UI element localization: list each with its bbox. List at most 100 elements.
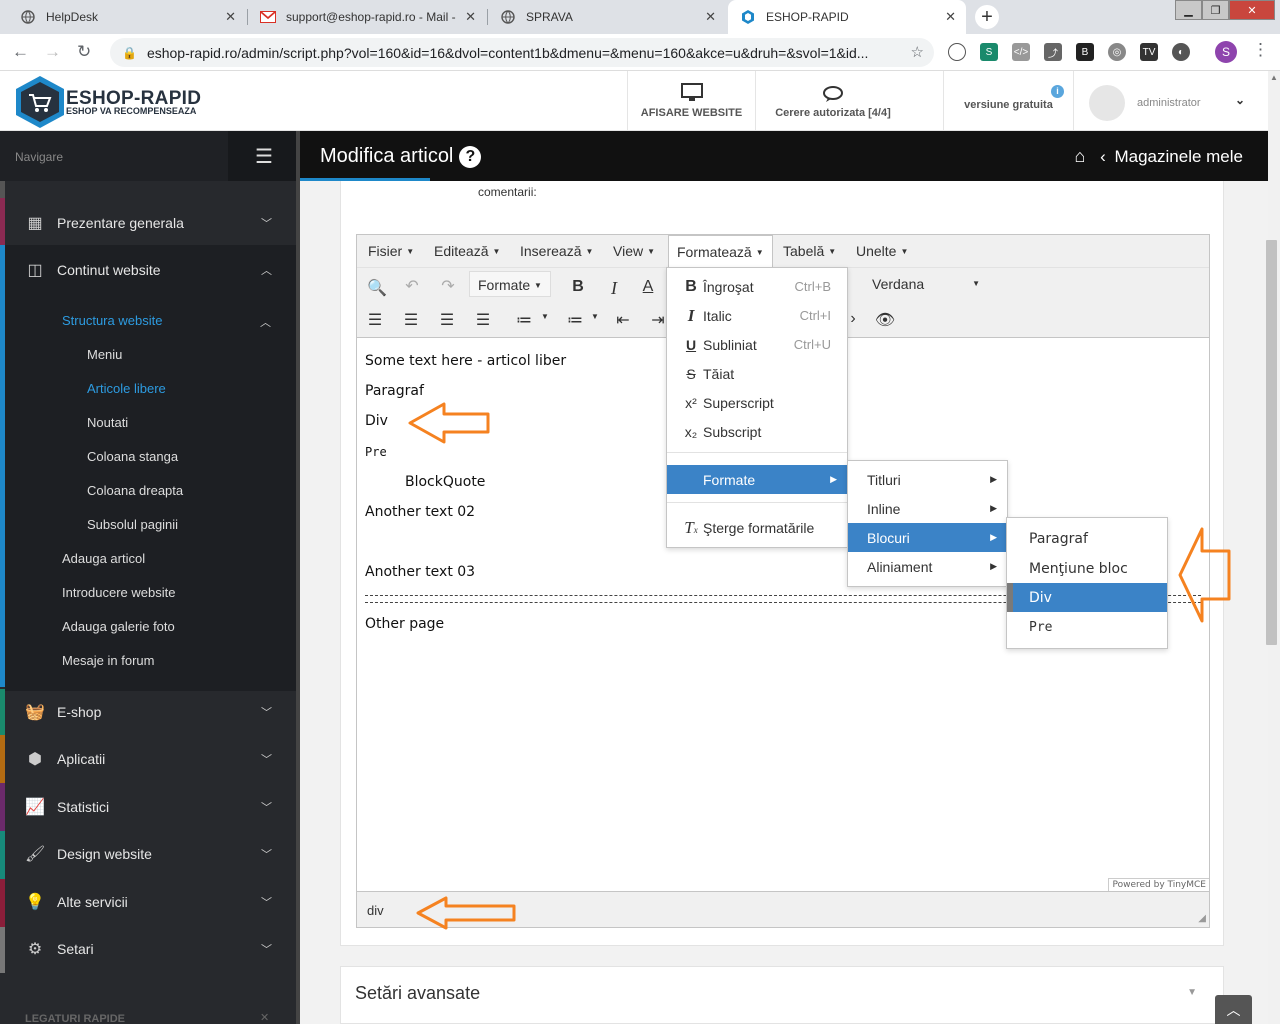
view-website-button[interactable]: AFISARE WEBSITE [627,71,755,131]
maximize-button[interactable]: ❐ [1202,0,1229,20]
new-tab-button[interactable]: + [975,5,999,29]
menu-item-formate[interactable]: Formate ▶ [667,465,847,494]
chevron-down-icon[interactable]: ▼ [583,312,607,321]
menu-item-clear-formatting[interactable]: Tx Şterge formatările [667,513,847,542]
menu-item-underline[interactable]: U Subliniat Ctrl+U [667,330,847,359]
minimize-button[interactable]: ▁ [1175,0,1202,20]
chevron-down-icon[interactable]: ▼ [533,312,557,321]
content-paragraph[interactable]: Other page [365,616,444,632]
back-icon[interactable]: ← [12,42,29,62]
scroll-to-top-button[interactable]: ︿ [1215,995,1252,1024]
avatar[interactable] [1089,85,1125,121]
menu-item-strikethrough[interactable]: S Tăiat [667,359,847,388]
sidebar-sub-noutati[interactable]: Noutati [87,415,128,430]
sidebar-item-eshop[interactable]: 🧺 E-shop ﹀ [0,688,296,735]
block-item-paragraf[interactable]: Paragraf [1007,524,1167,553]
submenu-item-aliniament[interactable]: Aliniament ▶ [848,552,1007,581]
preview-icon[interactable]: 🔍 [365,278,389,298]
sidebar-item-aplicatii[interactable]: ⬢ Aplicatii ﹀ [0,735,296,782]
chevron-down-icon[interactable]: ⌄ [1235,93,1245,107]
close-icon[interactable]: ✕ [945,9,956,25]
browser-tab-mail[interactable]: support@eshop-rapid.ro - Mail - ✕ [248,0,486,34]
content-blockquote[interactable]: BlockQuote [405,474,485,490]
extension-icon[interactable]: ⤴ [1044,43,1062,61]
redo-icon[interactable]: ↷ [436,276,460,296]
window-close-button[interactable]: ✕ [1229,0,1275,20]
browser-tab-sprava[interactable]: SPRAVA ✕ [488,0,726,34]
menu-formateaza[interactable]: Formatează ▼ [668,235,773,269]
outdent-icon[interactable]: ⇤ [611,310,635,330]
sidebar-sub-mesaje[interactable]: Mesaje in forum [62,653,154,668]
extension-icon[interactable]: TV [1140,43,1158,61]
close-icon[interactable]: ✕ [705,9,716,25]
sidebar-item-prezentare[interactable]: ▦ Prezentare generala ﹀ [0,199,296,246]
submenu-item-titluri[interactable]: Titluri ▶ [848,465,1007,494]
italic-icon[interactable]: I [602,278,626,299]
extension-icon[interactable]: S [980,43,998,61]
sidebar-sub-structura[interactable]: Structura website [62,313,162,328]
extension-icon[interactable]: B [1076,43,1094,61]
code-extension-icon[interactable]: </> [1012,43,1030,61]
block-item-pre[interactable]: Pre [1007,613,1167,642]
sidebar-sub-adauga-articol[interactable]: Adauga articol [62,551,145,566]
extension-icon[interactable]: ◎ [1108,43,1126,61]
sidebar-sub-coloana-stanga[interactable]: Coloana stanga [87,449,178,464]
close-icon[interactable]: ✕ [465,9,476,25]
menu-editeaza[interactable]: Editează ▼ [426,235,508,268]
align-justify-icon[interactable]: ☰ [471,310,495,330]
content-pre[interactable]: Pre [365,445,387,459]
sidebar-sub-introducere[interactable]: Introducere website [62,585,175,600]
advanced-settings-card[interactable]: Setări avansate ▼ [340,966,1224,1024]
sidebar-sub-galerie[interactable]: Adauga galerie foto [62,619,175,634]
block-item-mentiune[interactable]: Menţiune bloc [1007,554,1167,583]
browser-menu-icon[interactable]: ⋮ [1252,40,1269,60]
sidebar-item-continut[interactable]: ◫ Continut website ︿ [0,246,296,293]
help-icon[interactable]: ? [459,146,482,168]
sidebar-sub-coloana-dreapta[interactable]: Coloana dreapta [87,483,183,498]
url-bar[interactable]: 🔒 eshop-rapid.ro/admin/script.php?vol=16… [110,38,934,67]
extension-icon[interactable]: ◐ [1172,43,1190,61]
block-item-div[interactable]: Div [1007,583,1167,612]
close-icon[interactable]: ✕ [225,9,236,25]
submenu-item-blocuri[interactable]: Blocuri ▶ [848,523,1007,552]
eye-icon[interactable]: 👁 [873,310,897,330]
version-badge[interactable]: i versiune gratuita [943,71,1073,131]
menu-item-bold[interactable]: B Îngroşat Ctrl+B [667,272,847,301]
profile-avatar[interactable]: S [1215,41,1237,63]
menu-item-superscript[interactable]: x² Superscript [667,388,847,417]
content-div[interactable]: Div [365,413,388,429]
sidebar-sub-subsol[interactable]: Subsolul paginii [87,517,178,532]
requests-button[interactable]: Cerere autorizata [4/4] [755,71,910,131]
extension-icon[interactable] [948,43,966,61]
browser-tab-eshop-rapid[interactable]: ESHOP-RAPID ✕ [728,0,966,34]
content-paragraph[interactable]: Another text 02 [365,504,475,520]
formats-dropdown[interactable]: Formate ▼ [469,271,551,297]
menu-item-subscript[interactable]: x₂ Subscript [667,417,847,446]
sidebar-sub-meniu[interactable]: Meniu [87,347,122,362]
browser-tab-helpdesk[interactable]: HelpDesk ✕ [8,0,246,34]
sidebar-item-statistici[interactable]: 📈 Statistici ﹀ [0,783,296,830]
align-left-icon[interactable]: ☰ [363,310,387,330]
align-center-icon[interactable]: ☰ [399,310,423,330]
submenu-item-inline[interactable]: Inline ▶ [848,494,1007,523]
menu-tabela[interactable]: Tabelă ▼ [775,235,844,268]
menu-view[interactable]: View ▼ [605,235,663,268]
sidebar-sub-articole[interactable]: Articole libere [87,381,166,396]
element-path[interactable]: div [367,903,384,918]
close-icon[interactable]: ✕ [260,1011,269,1024]
hamburger-icon[interactable]: ☰ [228,131,300,181]
page-scrollbar-thumb[interactable] [1266,240,1277,645]
menu-fisier[interactable]: Fisier ▼ [360,235,422,268]
content-paragraph[interactable]: Another text 03 [365,564,475,580]
sidebar-item-design[interactable]: 🖌 Design website ﹀ [0,830,296,877]
bookmark-star-icon[interactable]: ☆ [911,43,924,61]
content-paragraph[interactable]: Some text here - articol liber [365,353,566,369]
menu-unelte[interactable]: Unelte ▼ [848,235,916,268]
home-icon[interactable]: ⌂ [1074,146,1085,166]
forward-icon[interactable]: → [44,42,61,62]
text-color-icon[interactable]: A [636,278,660,296]
reload-icon[interactable]: ↻ [77,42,91,62]
align-right-icon[interactable]: ☰ [435,310,459,330]
resize-handle-icon[interactable]: ◢ [1198,913,1206,924]
menu-insereaza[interactable]: Inserează ▼ [512,235,601,268]
